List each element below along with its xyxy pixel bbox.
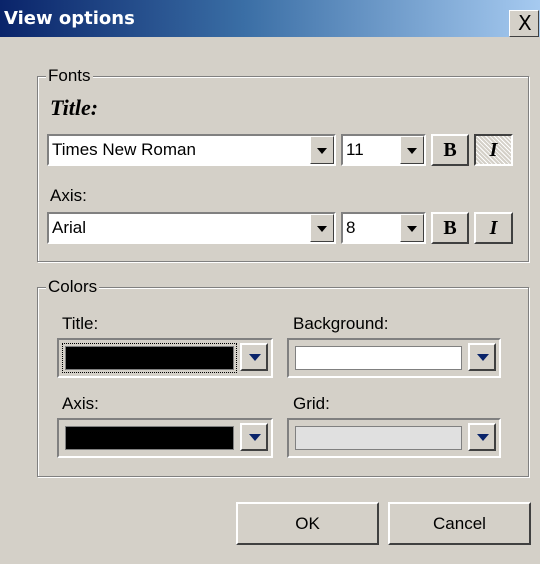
chevron-down-icon[interactable]: [310, 214, 334, 242]
axis-font-value: Arial: [52, 218, 87, 237]
fonts-legend: Fonts: [46, 66, 93, 86]
axis-bold-button[interactable]: B: [431, 212, 469, 244]
title-italic-button[interactable]: I: [474, 134, 513, 166]
axis-color-swatch: [65, 426, 234, 450]
axis-size-select[interactable]: 8: [341, 212, 426, 244]
close-icon: X: [518, 11, 532, 35]
title-bold-button[interactable]: B: [431, 134, 469, 166]
italic-icon: I: [489, 139, 498, 161]
title-font-select[interactable]: Times New Roman: [47, 134, 336, 166]
chevron-down-icon[interactable]: [468, 423, 496, 451]
title-font-label: Title:: [50, 95, 99, 120]
ok-label: OK: [295, 514, 320, 533]
chevron-down-icon[interactable]: [400, 136, 424, 164]
grid-color-swatch: [295, 426, 462, 450]
grid-color-label: Grid:: [293, 394, 330, 413]
chevron-down-icon[interactable]: [468, 343, 496, 371]
axis-italic-button[interactable]: I: [474, 212, 513, 244]
axis-color-label: Axis:: [62, 394, 99, 413]
chevron-down-icon[interactable]: [240, 423, 268, 451]
chevron-down-icon[interactable]: [400, 214, 424, 242]
chevron-down-icon[interactable]: [310, 136, 334, 164]
italic-icon: I: [489, 217, 498, 239]
focus-indicator: [62, 343, 237, 373]
title-color-label: Title:: [62, 314, 99, 333]
colors-legend: Colors: [46, 277, 100, 297]
grid-color-picker[interactable]: [287, 418, 501, 458]
title-color-picker[interactable]: [57, 338, 273, 378]
chevron-down-icon[interactable]: [240, 343, 268, 371]
background-color-label: Background:: [293, 314, 389, 333]
title-bar[interactable]: View options X: [0, 0, 540, 37]
dialog-title: View options: [4, 8, 135, 29]
close-button[interactable]: X: [509, 10, 539, 37]
bold-icon: B: [443, 217, 457, 239]
title-font-value: Times New Roman: [52, 140, 196, 159]
title-size-select[interactable]: 11: [341, 134, 426, 166]
axis-size-value: 8: [346, 218, 356, 237]
background-color-swatch: [295, 346, 462, 370]
cancel-button[interactable]: Cancel: [388, 502, 531, 545]
axis-font-label: Axis:: [50, 186, 87, 205]
title-size-value: 11: [346, 140, 364, 159]
axis-color-picker[interactable]: [57, 418, 273, 458]
view-options-dialog: View options X Fonts Title: Times New Ro…: [0, 0, 540, 564]
bold-icon: B: [443, 139, 457, 161]
cancel-label: Cancel: [433, 514, 486, 533]
ok-button[interactable]: OK: [236, 502, 379, 545]
background-color-picker[interactable]: [287, 338, 501, 378]
axis-font-select[interactable]: Arial: [47, 212, 336, 244]
